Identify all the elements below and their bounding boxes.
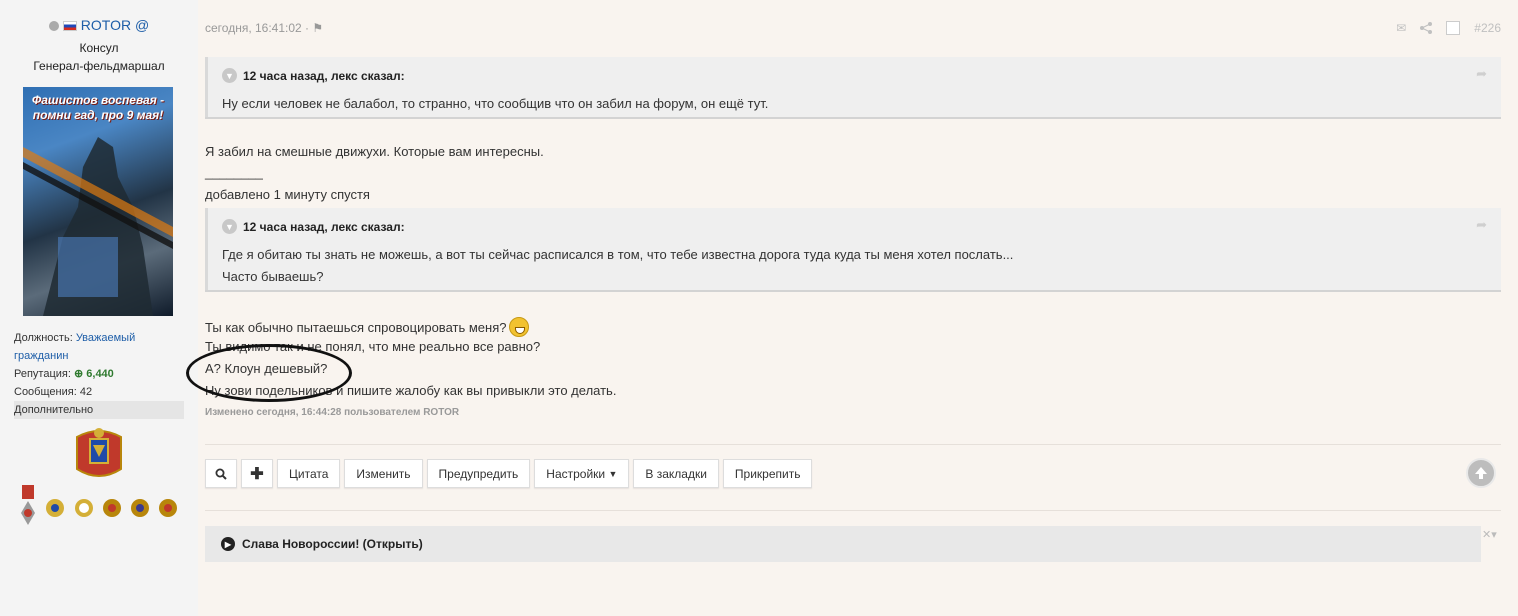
- mention-at[interactable]: @: [135, 17, 149, 33]
- scroll-top-button[interactable]: [1466, 458, 1496, 488]
- go-to-quote-icon[interactable]: ➦: [1476, 217, 1487, 233]
- plus-icon: ✚: [250, 465, 264, 483]
- message-icon[interactable]: ✉: [1396, 21, 1406, 35]
- post-header: сегодня, 16:41:02 · ⚑: [205, 21, 323, 35]
- reputation-plus-icon: ⊕: [73, 368, 84, 380]
- hand-drawn-circle-annotation: [186, 344, 352, 402]
- timestamp-separator: ·: [305, 21, 310, 35]
- quote-block-2: ▼ 12 часа назад, лекс сказал: ➦ Где я об…: [205, 208, 1501, 290]
- bookmark-button[interactable]: В закладки: [633, 459, 719, 488]
- quote-text-line-1: Где я обитаю ты знать не можешь, а вот т…: [222, 247, 1014, 262]
- quote-text-line-2: Часто бываешь?: [222, 269, 324, 284]
- edited-note: Изменено сегодня, 16:44:28 пользователем…: [205, 407, 460, 418]
- post-number[interactable]: #226: [1474, 21, 1501, 35]
- edit-button[interactable]: Изменить: [344, 459, 423, 488]
- quote-header: ▼ 12 часа назад, лекс сказал:: [222, 219, 405, 234]
- body-line-1-text: Ты как обычно пытаешься спровоцировать м…: [205, 320, 507, 335]
- messages-value: 42: [79, 386, 93, 398]
- warn-button[interactable]: Предупредить: [426, 459, 531, 488]
- coat-of-arms-icon: [76, 428, 122, 477]
- offline-status-icon: [48, 21, 59, 31]
- user-info: Должность: Уважаемый гражданин Репутация…: [14, 329, 184, 419]
- reply-text: Я забил на смешные движухи. Которые вам …: [205, 144, 544, 159]
- spoiler-block[interactable]: ▶ Слава Новороссии! (Открыть): [205, 526, 1481, 562]
- position-value[interactable]: Уважаемый: [76, 332, 135, 344]
- position-row: Должность: Уважаемый: [14, 329, 184, 347]
- avatar-statue-image: [23, 137, 173, 316]
- post-actions: ✚ Цитата Изменить Предупредить Настройки…: [205, 459, 813, 488]
- divider: [205, 510, 1501, 511]
- position-label: Должность:: [14, 332, 73, 344]
- quote-author: 12 часа назад, лекс сказал:: [243, 68, 405, 83]
- post-timestamp[interactable]: сегодня, 16:41:02: [205, 21, 302, 35]
- russia-flag-icon: [62, 21, 77, 31]
- share-icon[interactable]: [1420, 22, 1433, 34]
- divider: [205, 444, 1501, 445]
- quote-button[interactable]: Цитата: [277, 459, 341, 488]
- reputation-label: Репутация:: [14, 368, 71, 380]
- messages-row: Сообщения: 42: [14, 383, 184, 401]
- user-title: Генерал-фельдмаршал: [33, 59, 165, 73]
- collapse-quote-icon[interactable]: ▼: [222, 68, 237, 83]
- quote-author: 12 часа назад, лекс сказал:: [243, 219, 405, 234]
- reputation-row: Репутация: ⊕ 6,440: [14, 365, 184, 383]
- arrow-up-icon: [1475, 467, 1487, 479]
- position-row-2: гражданин: [14, 347, 184, 365]
- username-link[interactable]: ROTOR: [81, 17, 131, 33]
- added-note: добавлено 1 минуту спустя: [205, 187, 370, 202]
- quote-text: Ну если человек не балабол, то странно, …: [222, 96, 769, 111]
- search-icon: [215, 468, 227, 480]
- author-sidebar: ROTOR @ Консул Генерал-фельдмаршал Фашис…: [0, 0, 198, 616]
- user-rank: Консул: [79, 41, 119, 55]
- collapse-quote-icon[interactable]: ▼: [222, 219, 237, 234]
- chevron-right-icon: ▶: [221, 537, 235, 551]
- post-tools: ✉ #226: [1396, 21, 1501, 35]
- caret-down-icon: ▼: [608, 468, 618, 479]
- position-value-2[interactable]: гражданин: [14, 350, 68, 362]
- laughing-emoji-icon: [509, 317, 530, 337]
- user-line: ROTOR @: [0, 17, 198, 33]
- select-post-checkbox[interactable]: [1446, 21, 1461, 35]
- settings-dropdown[interactable]: Настройки ▼: [534, 459, 630, 488]
- quote-block-1: ▼ 12 часа назад, лекс сказал: ➦ Ну если …: [205, 57, 1501, 117]
- rule-line: ________: [205, 165, 263, 180]
- search-button[interactable]: [205, 459, 237, 488]
- go-to-quote-icon[interactable]: ➦: [1476, 66, 1487, 82]
- quote-header: ▼ 12 часа назад, лекс сказал:: [222, 68, 405, 83]
- close-icon[interactable]: ✕▾: [1482, 528, 1497, 541]
- settings-label: Настройки: [546, 466, 606, 481]
- reputation-value: 6,440: [86, 368, 114, 380]
- body-line-1: Ты как обычно пытаешься спровоцировать м…: [205, 317, 530, 337]
- awards-icon-row: [21, 485, 177, 525]
- pin-button[interactable]: Прикрепить: [722, 459, 813, 488]
- multiquote-button[interactable]: ✚: [241, 459, 273, 488]
- messages-label: Сообщения:: [14, 386, 77, 398]
- report-flag-icon[interactable]: ⚑: [312, 21, 323, 35]
- user-avatar[interactable]: Фашистов воспевая - помни гад, про 9 мая…: [23, 87, 173, 316]
- more-info-toggle[interactable]: Дополнительно: [14, 401, 184, 419]
- spoiler-label: Слава Новороссии! (Открыть): [242, 537, 423, 551]
